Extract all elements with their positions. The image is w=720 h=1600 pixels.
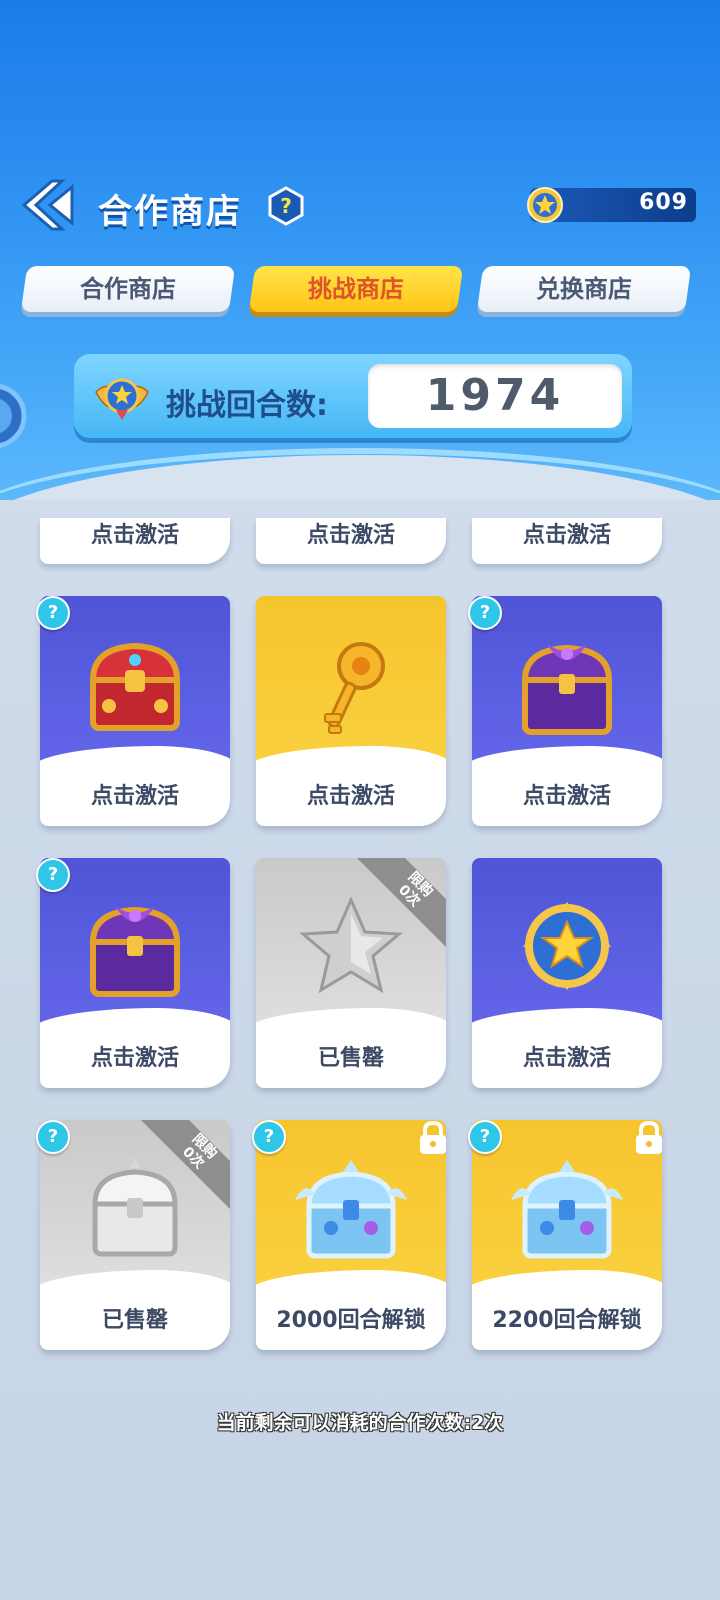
shop-item-gold-key[interactable]: 点击激活 xyxy=(256,596,446,826)
tab-challenge-shop[interactable]: 挑战商店 xyxy=(248,266,464,312)
question-icon[interactable]: ? xyxy=(36,1120,70,1154)
crystal-chest-icon xyxy=(511,1160,623,1259)
question-hex-icon[interactable]: ? xyxy=(268,186,304,226)
tab-label: 合作商店 xyxy=(80,275,176,303)
header-wave xyxy=(0,455,720,500)
tab-cooperation-shop[interactable]: 合作商店 xyxy=(20,266,236,312)
svg-text:?: ? xyxy=(280,194,292,218)
question-icon[interactable]: ? xyxy=(468,1120,502,1154)
question-icon[interactable]: ? xyxy=(468,596,502,630)
currency-value: 609 xyxy=(639,190,688,215)
sold-out-label: 已售罄 xyxy=(317,1046,384,1071)
tab-label: 挑战商店 xyxy=(308,275,404,303)
star-coin-icon xyxy=(527,187,563,223)
gold-key-icon xyxy=(324,642,385,734)
silver-chest-icon xyxy=(92,1158,178,1257)
silver-star-icon xyxy=(299,896,403,994)
shop-item-red-chest[interactable]: 点击激活 xyxy=(40,596,230,826)
purple-chest-icon xyxy=(89,906,181,997)
activate-label: 点击激活 xyxy=(90,1046,179,1071)
shop-item-silver-star[interactable]: x5 限购0次 已售罄 xyxy=(256,858,446,1088)
shop-item-silver-chest[interactable]: x1 限购0次 已售罄 xyxy=(40,1120,230,1350)
winged-star-badge-icon xyxy=(95,378,149,420)
activate-label: 点击激活 xyxy=(306,523,395,548)
remaining-cooperation-note: 当前剩余可以消耗的合作次数:2次 xyxy=(216,1412,504,1434)
lock-icon xyxy=(636,1120,662,1154)
shop-item-star-medal[interactable]: 点击激活 xyxy=(472,858,662,1088)
purple-chest-icon xyxy=(521,644,613,735)
star-medal-icon xyxy=(523,902,611,990)
crystal-chest-icon xyxy=(295,1160,407,1259)
tab-label: 兑换商店 xyxy=(536,275,632,303)
activate-button[interactable]: 点击激活 xyxy=(40,518,230,564)
activate-label: 点击激活 xyxy=(522,1046,611,1071)
question-icon[interactable]: ? xyxy=(36,596,70,630)
lock-icon xyxy=(420,1120,446,1154)
back-arrow-icon[interactable] xyxy=(18,175,78,235)
rounds-label: 挑战回合数: xyxy=(166,388,328,423)
shop-item-purple-chest[interactable]: 点击激活 xyxy=(472,596,662,826)
shop-item-purple-chest[interactable]: 点击激活 xyxy=(40,858,230,1088)
page-title: 合作商店 xyxy=(98,192,242,232)
unlock-requirement-label: 2000回合解锁 xyxy=(276,1308,426,1333)
sold-out-label: 已售罄 xyxy=(101,1308,168,1333)
question-icon[interactable]: ? xyxy=(36,858,70,892)
tab-exchange-shop[interactable]: 兑换商店 xyxy=(476,266,692,312)
rounds-value: 1974 xyxy=(425,370,565,421)
activate-label: 点击激活 xyxy=(90,523,179,548)
question-icon[interactable]: ? xyxy=(252,1120,286,1154)
red-chest-icon xyxy=(89,642,181,731)
activate-label: 点击激活 xyxy=(306,784,395,809)
activate-button[interactable]: 点击激活 xyxy=(472,518,662,564)
activate-label: 点击激活 xyxy=(90,784,179,809)
unlock-requirement-label: 2200回合解锁 xyxy=(492,1308,642,1333)
activate-label: 点击激活 xyxy=(522,784,611,809)
activate-label: 点击激活 xyxy=(522,523,611,548)
side-deco-icon xyxy=(0,384,27,448)
activate-button[interactable]: 点击激活 xyxy=(256,518,446,564)
